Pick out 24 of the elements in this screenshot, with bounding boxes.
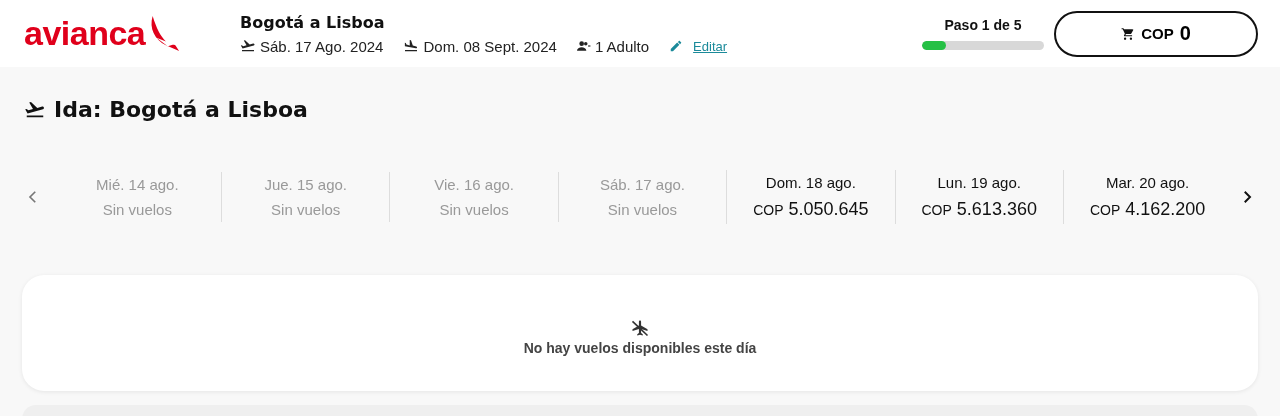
empty-message: No hay vuelos disponibles este día bbox=[523, 340, 757, 356]
avianca-logo[interactable]: avianca bbox=[24, 13, 240, 54]
logo-text: avianca bbox=[24, 14, 146, 53]
edit-link[interactable]: Editar bbox=[693, 38, 728, 54]
departure-date: Sáb. 17 Ago. 2024 bbox=[260, 37, 384, 55]
no-flight-icon bbox=[630, 318, 650, 338]
date-option[interactable]: Dom. 18 ago. COP 5.050.645 bbox=[726, 170, 895, 224]
takeoff-icon bbox=[240, 38, 256, 54]
return-date: Dom. 08 Sept. 2024 bbox=[423, 37, 557, 55]
date-option[interactable]: Sáb. 17 ago. Sin vuelos bbox=[557, 172, 727, 222]
pencil-icon bbox=[669, 39, 684, 53]
date-option[interactable]: Mar. 20 ago. COP 4.162.200 bbox=[1062, 170, 1232, 224]
date-option[interactable]: Lun. 19 ago. COP 5.613.360 bbox=[894, 170, 1063, 224]
route-title: Bogotá a Lisboa bbox=[240, 12, 386, 32]
date-option[interactable]: Mié. 14 ago. Sin vuelos bbox=[53, 172, 222, 222]
section-title: Ida: Bogotá a Lisboa bbox=[54, 97, 308, 122]
date-option[interactable]: Vie. 16 ago. Sin vuelos bbox=[389, 172, 558, 222]
step-label: Paso 1 de 5 bbox=[944, 17, 1022, 33]
cart-button[interactable]: COP 0 bbox=[1054, 10, 1258, 57]
date-option[interactable]: Jue. 15 ago. Sin vuelos bbox=[221, 172, 390, 222]
landing-icon bbox=[403, 38, 420, 54]
people-icon bbox=[576, 39, 591, 53]
cart-icon bbox=[1121, 26, 1136, 41]
passenger-count: 1 Adulto bbox=[594, 37, 650, 55]
